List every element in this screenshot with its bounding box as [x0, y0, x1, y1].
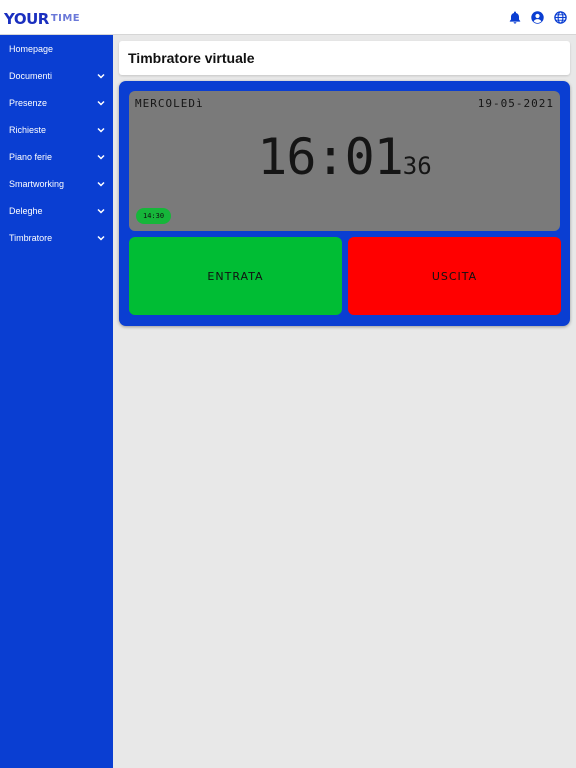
clock-seconds: 36: [402, 152, 432, 180]
clock-time: 16:0136: [129, 127, 560, 187]
logo-secondary-text: TIME: [50, 13, 81, 24]
sidebar-item-deleghe[interactable]: Deleghe: [0, 197, 113, 224]
app-logo[interactable]: YOUR TIME: [4, 8, 80, 28]
last-punch-badge: 14:30: [136, 208, 172, 224]
user-circle-icon[interactable]: [530, 9, 545, 26]
page-title-card: Timbratore virtuale: [119, 41, 570, 75]
globe-icon[interactable]: [553, 9, 568, 26]
bell-icon[interactable]: [507, 9, 522, 26]
sidebar-item-presenze[interactable]: Presenze: [0, 89, 113, 116]
clock-day: MERCOLEDì: [135, 97, 204, 110]
sidebar-item-label: Deleghe: [9, 205, 43, 216]
sidebar-item-label: Documenti: [9, 70, 53, 81]
sidebar-item-smartworking[interactable]: Smartworking: [0, 170, 113, 197]
clock-display: MERCOLEDì 19-05-2021 16:0136 14:30: [129, 91, 560, 231]
header-actions: [507, 9, 568, 26]
clock-hours-minutes: 16:01: [257, 128, 404, 186]
chevron-down-icon: [97, 100, 105, 106]
sidebar-item-label: Smartworking: [9, 178, 65, 189]
sidebar-item-label: Timbratore: [9, 232, 53, 243]
clock-date: 19-05-2021: [477, 97, 554, 110]
logo-primary-text: YOUR: [4, 10, 49, 28]
virtual-time-clock: MERCOLEDì 19-05-2021 16:0136 14:30 ENTRA…: [119, 81, 570, 326]
page-title: Timbratore virtuale: [128, 50, 255, 66]
main-content: Timbratore virtuale MERCOLEDì 19-05-2021…: [113, 35, 576, 768]
sidebar-item-label: Presenze: [9, 97, 48, 108]
sidebar-item-documenti[interactable]: Documenti: [0, 62, 113, 89]
chevron-down-icon: [97, 181, 105, 187]
sidebar: Homepage Documenti Presenze Richieste Pi…: [0, 35, 113, 768]
sidebar-item-label: Piano ferie: [9, 151, 53, 162]
chevron-down-icon: [97, 235, 105, 241]
sidebar-item-homepage[interactable]: Homepage: [0, 35, 113, 62]
chevron-down-icon: [97, 154, 105, 160]
chevron-down-icon: [97, 127, 105, 133]
sidebar-item-richieste[interactable]: Richieste: [0, 116, 113, 143]
sidebar-item-timbratore[interactable]: Timbratore: [0, 224, 113, 251]
sidebar-item-label: Homepage: [9, 43, 54, 54]
entry-button[interactable]: ENTRATA: [129, 237, 342, 315]
sidebar-item-label: Richieste: [9, 124, 47, 135]
top-bar: YOUR TIME: [0, 0, 576, 35]
chevron-down-icon: [97, 208, 105, 214]
chevron-down-icon: [97, 73, 105, 79]
sidebar-item-piano-ferie[interactable]: Piano ferie: [0, 143, 113, 170]
exit-button[interactable]: USCITA: [348, 237, 561, 315]
